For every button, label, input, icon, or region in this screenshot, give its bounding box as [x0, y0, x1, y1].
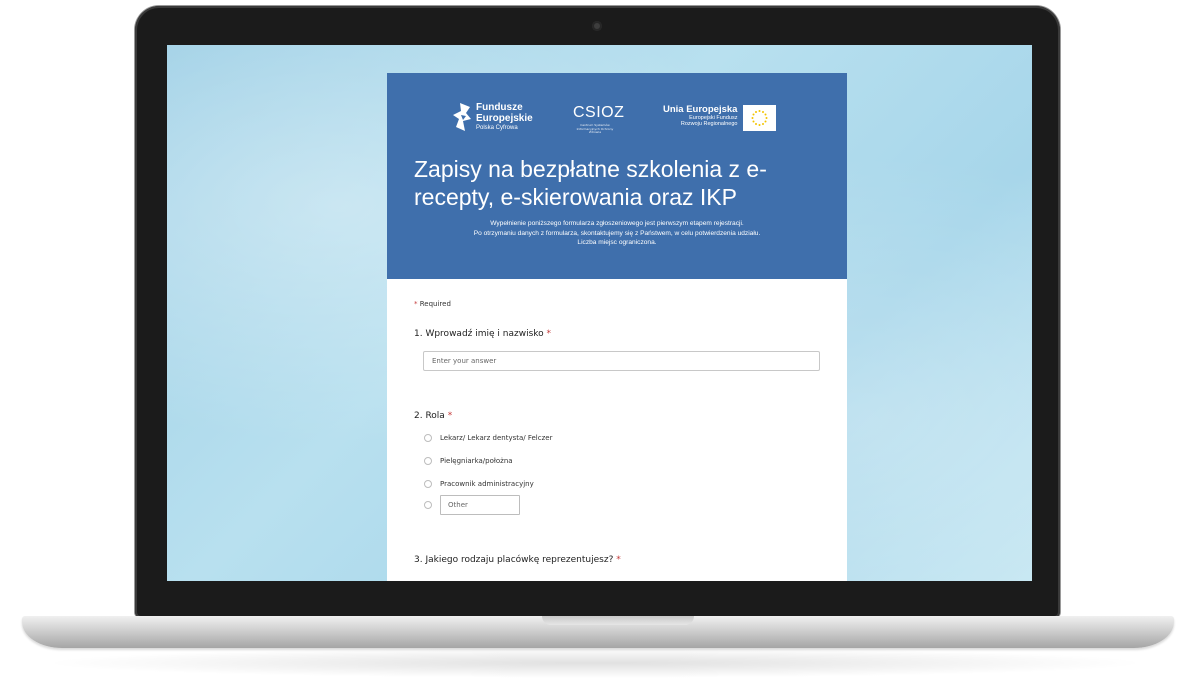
role-option-label: Pracownik administracyjny — [440, 480, 534, 488]
role-option-label: Pielęgniarka/położna — [440, 457, 513, 465]
question-2-label: 2. Rola * — [414, 411, 452, 421]
logo-bar: Fundusze Europejskie Polska Cyfrowa CSIO… — [387, 102, 847, 137]
ue-text: Unia Europejska Europejski Fundusz Rozwo… — [663, 104, 738, 128]
name-input[interactable]: Enter your answer — [423, 351, 820, 371]
laptop-screen: Fundusze Europejskie Polska Cyfrowa CSIO… — [167, 45, 1032, 581]
ue-line1: Unia Europejska — [663, 104, 738, 115]
eu-flag-icon — [743, 105, 777, 131]
fe-line3: Polska Cyfrowa — [476, 125, 518, 131]
radio-icon[interactable] — [424, 480, 432, 488]
role-option-pielegniarka[interactable]: Pielęgniarka/położna — [424, 457, 513, 465]
question-2-required-star: * — [447, 411, 453, 421]
radio-icon[interactable] — [424, 457, 432, 465]
other-input[interactable]: Other — [440, 495, 520, 515]
fe-text: Fundusze Europejskie Polska Cyfrowa — [476, 102, 533, 131]
required-note: * Required — [414, 300, 451, 308]
radio-icon[interactable] — [424, 434, 432, 442]
role-option-lekarz[interactable]: Lekarz/ Lekarz dentysta/ Felczer — [424, 434, 552, 442]
form-card: Fundusze Europejskie Polska Cyfrowa CSIO… — [387, 73, 847, 581]
question-1-text: 1. Wprowadź imię i nazwisko — [414, 329, 544, 339]
role-option-pracownik[interactable]: Pracownik administracyjny — [424, 480, 534, 488]
description-line-2: Po otrzymaniu danych z formularza, skont… — [473, 229, 761, 237]
required-label: Required — [419, 300, 451, 308]
form-description: Wypełnienie poniższego formularza zgłosz… — [387, 219, 847, 248]
camera-icon — [592, 21, 602, 31]
fe-mark-icon — [453, 103, 471, 131]
role-option-other[interactable]: Other — [424, 495, 520, 515]
question-1-label: 1. Wprowadź imię i nazwisko * — [414, 329, 551, 339]
laptop-shadow — [40, 648, 1150, 678]
role-option-label: Lekarz/ Lekarz dentysta/ Felczer — [440, 434, 553, 442]
description-line-3: Liczba miejsc ograniczona. — [577, 239, 657, 247]
description-line-1: Wypełnienie poniższego formularza zgłosz… — [490, 220, 744, 227]
required-star: * — [414, 300, 418, 308]
csioz-subtitle: Centrum Systemów Informacyjnych Ochrony … — [576, 123, 614, 135]
csioz-logo: CSIOZ Centrum Systemów Informacyjnych Oc… — [573, 105, 624, 135]
question-2-text: 2. Rola — [414, 411, 445, 421]
csioz-name: CSIOZ — [573, 104, 625, 121]
fundusze-europejskie-logo: Fundusze Europejskie Polska Cyfrowa — [452, 102, 533, 133]
fe-line1: Fundusze — [476, 102, 523, 113]
unia-europejska-logo: Unia Europejska Europejski Fundusz Rozwo… — [663, 104, 777, 131]
form-header: Fundusze Europejskie Polska Cyfrowa CSIO… — [387, 73, 847, 279]
radio-icon[interactable] — [424, 501, 432, 509]
laptop-notch — [542, 616, 694, 625]
fe-line2: Europejskie — [476, 112, 533, 124]
form-title: Zapisy na bezpłatne szkolenia z e-recept… — [414, 156, 767, 210]
question-1-required-star: * — [546, 329, 552, 339]
question-3-label: 3. Jakiego rodzaju placówkę reprezentuje… — [414, 555, 621, 565]
ue-line3: Rozwoju Regionalnego — [680, 121, 738, 128]
question-3-text: 3. Jakiego rodzaju placówkę reprezentuje… — [414, 555, 614, 565]
question-3-required-star: * — [616, 555, 621, 565]
laptop-base — [22, 616, 1174, 648]
